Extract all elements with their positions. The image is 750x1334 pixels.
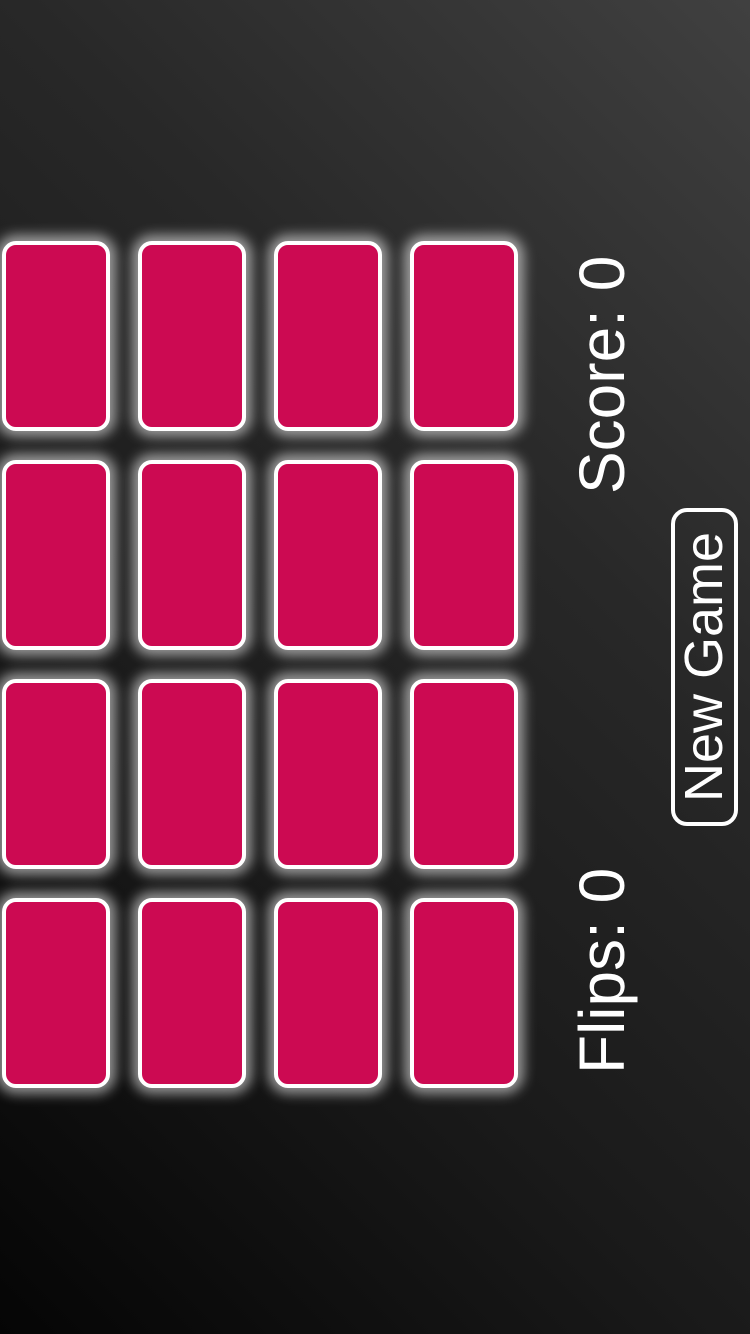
new-game-button[interactable]: New Game xyxy=(671,508,738,826)
card[interactable] xyxy=(138,241,246,431)
card[interactable] xyxy=(2,241,110,431)
card[interactable] xyxy=(410,898,518,1088)
card[interactable] xyxy=(410,679,518,869)
card[interactable] xyxy=(410,241,518,431)
card[interactable] xyxy=(274,679,382,869)
card[interactable] xyxy=(138,460,246,650)
card[interactable] xyxy=(274,898,382,1088)
card[interactable] xyxy=(274,241,382,431)
card[interactable] xyxy=(2,460,110,650)
flips-label: Flips: 0 xyxy=(566,867,638,1074)
card[interactable] xyxy=(138,898,246,1088)
card[interactable] xyxy=(2,898,110,1088)
card[interactable] xyxy=(138,679,246,869)
card[interactable] xyxy=(274,460,382,650)
card-grid xyxy=(0,239,526,1095)
card[interactable] xyxy=(410,460,518,650)
card[interactable] xyxy=(2,679,110,869)
score-label: Score: 0 xyxy=(566,255,638,494)
